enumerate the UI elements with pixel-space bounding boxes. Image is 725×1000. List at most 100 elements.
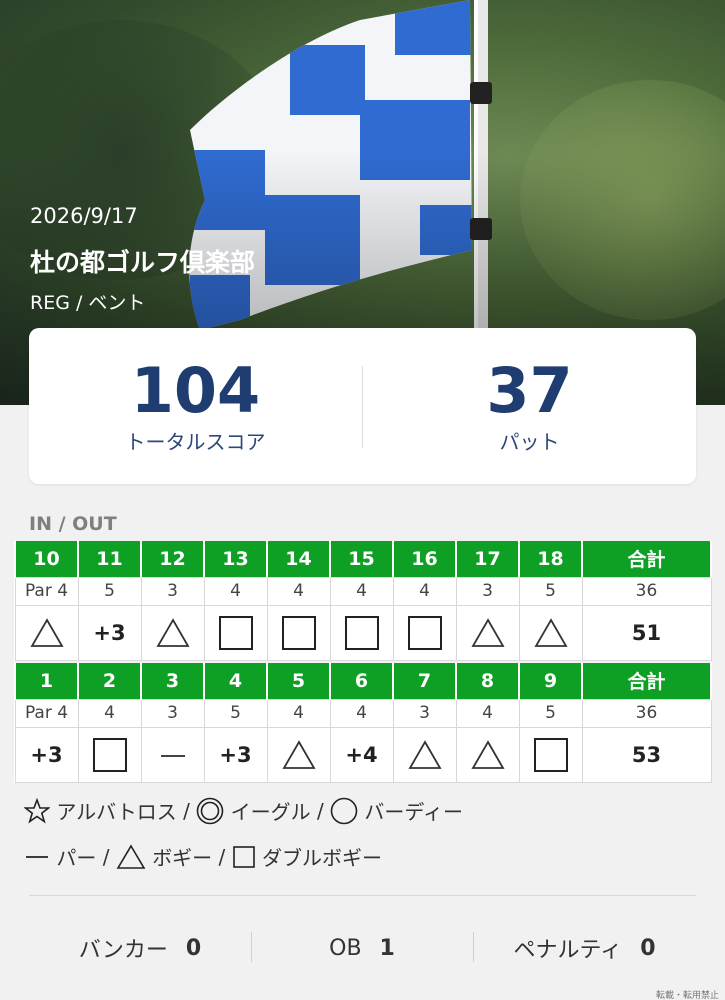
result-row: +3 51 — [14, 604, 712, 661]
hole-par: 3 — [392, 698, 457, 728]
triangle-icon — [116, 843, 146, 871]
hole-result: +3 — [203, 726, 268, 783]
hole-result: +3 — [14, 726, 79, 783]
over-par-score: +3 — [219, 742, 252, 767]
legend-par-label: パー — [56, 846, 97, 870]
hole-number: 6 — [329, 663, 394, 699]
legend-separator: / — [316, 798, 324, 823]
hole-number: 17 — [455, 541, 520, 577]
par-total: 36 — [581, 576, 712, 606]
dash-icon — [160, 754, 185, 757]
score-summary-card: 104 トータルスコア 37 パット — [29, 328, 696, 484]
round-date: 2026/9/17 — [30, 204, 138, 228]
total-header: 合計 — [581, 663, 712, 699]
hole-number: 8 — [455, 663, 520, 699]
hole-result — [392, 726, 457, 783]
hole-par: 4 — [329, 698, 394, 728]
divider-line — [29, 895, 696, 896]
hole-number: 3 — [140, 663, 205, 699]
hole-result — [518, 604, 583, 661]
hole-result — [518, 726, 583, 783]
ob-stat: OB 1 — [251, 920, 473, 976]
legend-double-bogey-label: ダブルボギー — [262, 846, 383, 870]
triangle-icon — [470, 617, 505, 647]
hole-par: 3 — [140, 698, 205, 728]
over-par-score: +4 — [345, 742, 378, 767]
hole-par: 4 — [266, 576, 331, 606]
bunker-stat: バンカー 0 — [29, 920, 251, 976]
hole-result — [140, 726, 205, 783]
hole-result — [266, 604, 331, 661]
putts-count: 37 — [486, 354, 573, 427]
hole-par: 4 — [77, 698, 142, 728]
ob-label: OB — [329, 935, 362, 961]
penalty-label: ペナルティ — [513, 938, 623, 963]
circle-icon — [330, 797, 358, 825]
putts-label: パット — [499, 430, 560, 454]
score-total: 53 — [581, 726, 712, 783]
hole-result: +3 — [77, 604, 142, 661]
total-score-block: 104 トータルスコア — [29, 328, 362, 484]
triangle-icon — [407, 739, 442, 769]
legend-eagle-label: イーグル — [230, 800, 311, 824]
ob-count: 1 — [379, 935, 395, 961]
hole-par: 4 — [203, 576, 268, 606]
legend-separator: / — [183, 798, 190, 823]
hole-par: 5 — [518, 698, 583, 728]
hole-par: 4 — [455, 698, 520, 728]
hole-number: 16 — [392, 541, 457, 577]
par-row: Par 4 5 3 4 4 4 4 3 5 36 — [14, 576, 712, 606]
hole-number: 5 — [266, 663, 331, 699]
hole-result — [14, 604, 79, 661]
triangle-icon — [155, 617, 190, 647]
hole-result — [329, 604, 394, 661]
total-score-label: トータルスコア — [125, 430, 266, 454]
triangle-icon — [281, 739, 316, 769]
hole-par: 5 — [203, 698, 268, 728]
result-row: +3 +3 +4 53 — [14, 726, 712, 783]
club-name: 杜の都ゴルフ倶楽部 — [30, 248, 256, 277]
legend-separator: / — [102, 844, 110, 869]
square-icon — [407, 615, 442, 650]
hole-number: 18 — [518, 541, 583, 577]
hole-number: 14 — [266, 541, 331, 577]
hole-result — [77, 726, 142, 783]
scorecard-out-table: 1 2 3 4 5 6 7 8 9 合計 Par 4 4 3 5 4 4 3 4… — [14, 663, 712, 783]
square-icon — [344, 615, 379, 650]
hole-number-row: 10 11 12 13 14 15 16 17 18 合計 — [14, 541, 712, 577]
bunker-label: バンカー — [78, 938, 168, 963]
score-total: 51 — [581, 604, 712, 661]
over-par-score: +3 — [30, 742, 63, 767]
hole-result — [140, 604, 205, 661]
triangle-icon — [470, 739, 505, 769]
hole-number: 4 — [203, 663, 268, 699]
star-icon — [23, 797, 51, 824]
hole-result — [455, 726, 520, 783]
legend-birdie-label: バーディー — [364, 800, 464, 824]
hole-par: 5 — [77, 576, 142, 606]
hole-par: Par 4 — [14, 698, 79, 728]
square-icon — [218, 615, 253, 650]
hole-result — [455, 604, 520, 661]
hole-result — [266, 726, 331, 783]
hole-number: 11 — [77, 541, 142, 577]
bunker-count: 0 — [185, 935, 202, 961]
round-stats: バンカー 0 OB 1 ペナルティ 0 — [29, 920, 696, 976]
hole-par: Par 4 — [14, 576, 79, 606]
legend-bogey-label: ボギー — [152, 846, 213, 870]
penalty-count: 0 — [640, 935, 656, 961]
hole-par: 3 — [140, 576, 205, 606]
square-icon — [92, 737, 127, 772]
scorecard-in-table: 10 11 12 13 14 15 16 17 18 合計 Par 4 5 3 … — [14, 541, 712, 661]
putts-block: 37 パット — [363, 328, 696, 484]
hole-number: 15 — [329, 541, 394, 577]
legend-row-2: パー / ボギー / ダブルボギー — [24, 842, 382, 871]
penalty-stat: ペナルティ 0 — [473, 920, 696, 976]
total-score: 104 — [130, 354, 261, 427]
hole-par: 4 — [266, 698, 331, 728]
hole-result: +4 — [329, 726, 394, 783]
hole-number: 2 — [77, 663, 142, 699]
square-icon — [232, 844, 256, 870]
hole-par: 5 — [518, 576, 583, 606]
hole-number: 13 — [203, 541, 268, 577]
